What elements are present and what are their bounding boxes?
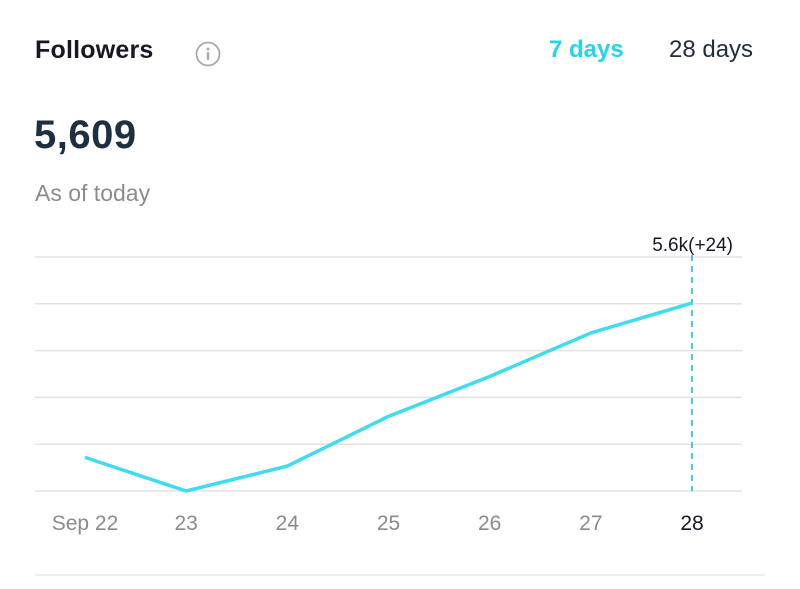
x-tick-label: 25 <box>377 512 400 535</box>
x-tick-label: 26 <box>478 512 501 535</box>
highlight-value-label: 5.6k(+24) <box>652 235 733 256</box>
x-tick-label: 28 <box>680 512 703 535</box>
followers-line-chart: 5.6k(+24) Sep 22 23 24 25 26 27 28 <box>35 235 742 535</box>
x-tick-label: 27 <box>579 512 602 535</box>
x-tick-label: 24 <box>276 512 300 535</box>
x-tick-label: Sep 22 <box>52 512 119 535</box>
x-tick-label: 23 <box>174 512 197 535</box>
bottom-divider <box>35 574 765 576</box>
